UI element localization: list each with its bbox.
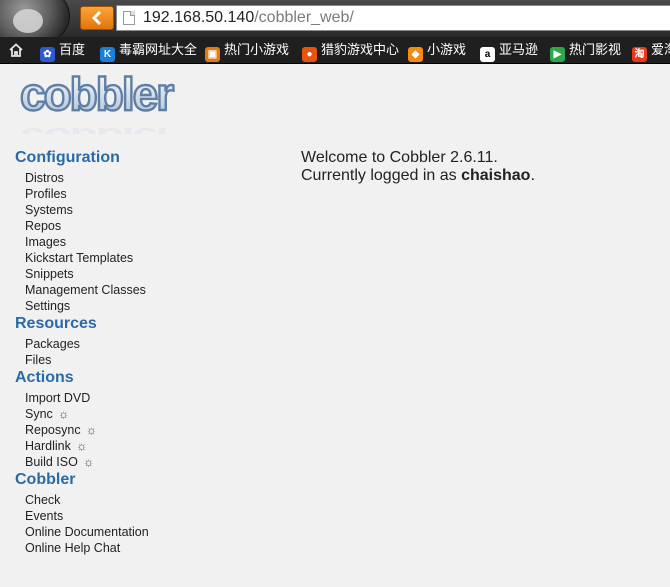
gear-icon: ☼ [72,439,88,453]
nav-item-label: Management Classes [25,283,146,297]
bookmark-label: 百度 [59,42,86,57]
svg-text:cobbler: cobbler [20,123,174,134]
nav-item-files[interactable]: Files [25,353,275,369]
bookmark-item[interactable]: ▶ 热门影视 [550,41,622,62]
gear-icon: ☼ [79,455,95,469]
bookmark-label: 热门小游戏 [224,42,290,57]
nav-item-management-classes[interactable]: Management Classes [25,283,275,299]
nav-item-build-iso[interactable]: Build ISO ☼ [25,455,275,471]
welcome-line: Welcome to Cobbler 2.6.11. [301,149,498,166]
url-path: /cobbler_web/ [254,9,354,26]
nav-item-online-help-chat[interactable]: Online Help Chat [25,541,275,557]
small-game-icon: ◆ [408,47,423,62]
bookmark-label: 亚马逊 [499,42,539,57]
bookmark-label: 热门影视 [569,42,622,57]
logged-in-prefix: Currently logged in as [301,167,462,184]
cobbler-logo-image: cobbler cobbler [19,67,178,151]
bookmark-item[interactable]: K 毒霸网址大全 [100,41,198,62]
nav-item-snippets[interactable]: Snippets [25,267,275,283]
nav-item-label: Build ISO [25,455,78,469]
nav-item-label: Files [25,353,52,367]
nav-item-label: Hardlink [25,439,71,453]
bookmark-item[interactable]: ✿ 百度 [40,41,86,62]
nav-item-check[interactable]: Check [25,493,275,509]
svg-text:cobbler: cobbler [20,70,174,120]
nav-item-label: Online Documentation [25,525,149,539]
nav-list: Import DVD Sync ☼ Reposync ☼ Hardlink ☼ Buil… [15,391,275,471]
nav-item-label: Profiles [25,187,67,201]
url-host: 192.168.50.140 [143,9,255,26]
duba-k-icon: K [100,47,115,62]
bookmark-item[interactable]: ▣ 热门小游戏 [205,41,290,62]
home-icon[interactable] [9,41,23,59]
cobbler-logo[interactable]: cobbler cobbler [18,67,198,151]
amazon-a-icon: a [480,47,495,62]
nav-item-label: Settings [25,299,71,313]
address-bar[interactable]: 192.168.50.140/cobbler_web/ [116,5,670,31]
nav-item-label: Events [25,509,64,523]
nav-item-distros[interactable]: Distros [25,171,275,187]
nav-list: Distros Profiles Systems Repos Images Kicksta… [15,171,275,315]
nav-item-online-documentation[interactable]: Online Documentation [25,525,275,541]
nav-heading-resources: Resources [15,315,97,332]
bookmark-label: 毒霸网址大全 [119,42,198,57]
bookmarks-bar: ✿ 百度 K 毒霸网址大全 ▣ 热门小游戏 ● 猎豹游戏中心 ◆ 小游戏 a 亚马逊 ▶ 热门影视淘爱淘 [0,37,670,64]
nav-item-events[interactable]: Events [25,509,275,525]
bookmark-label: 猎豹游戏中心 [321,42,400,57]
nav-item-settings[interactable]: Settings [25,299,275,315]
nav-item-sync[interactable]: Sync ☼ [25,407,275,423]
nav-item-label: Reposync [25,423,81,437]
nav-item-hardlink[interactable]: Hardlink ☼ [25,439,275,455]
browser-toolbar: 192.168.50.140/cobbler_web/ [0,0,670,48]
logged-in-suffix: . [530,167,535,184]
nav-item-packages[interactable]: Packages [25,337,275,353]
nav-item-label: Import DVD [25,391,91,405]
bookmark-label: 小游戏 [427,42,467,57]
gear-icon: ☼ [82,423,97,437]
nav-item-label: Check [25,493,61,507]
gear-icon: ☼ [54,407,70,421]
nav-item-repos[interactable]: Repos [25,219,275,235]
nav-item-label: Packages [25,337,80,351]
nav-heading-cobbler: Cobbler [15,471,76,488]
nav-item-label: Distros [25,171,64,185]
logged-in-line: Currently logged in as chaishao. [301,167,535,185]
nav-item-systems[interactable]: Systems [25,203,275,219]
nav-item-reposync[interactable]: Reposync ☼ [25,423,275,439]
nav-item-profiles[interactable]: Profiles [25,187,275,203]
taobao-tao-icon: 淘 [632,47,647,62]
games-bag-icon: ▣ [205,47,220,62]
nav-list: Packages Files [15,337,275,369]
username: chaishao [461,167,531,184]
url-text[interactable]: 192.168.50.140/cobbler_web/ [143,9,354,27]
nav-item-label: Repos [25,219,62,233]
nav-heading-configuration: Configuration [15,149,120,166]
baidu-paw-icon: ✿ [40,47,55,62]
nav-item-label: Online Help Chat [25,541,121,555]
nav-item-label: Snippets [25,267,74,281]
bookmark-item[interactable]: 淘爱淘 [632,41,670,62]
nav-item-label: Images [25,235,66,249]
back-button[interactable] [80,6,114,30]
nav-item-kickstart-templates[interactable]: Kickstart Templates [25,251,275,267]
nav-heading-actions: Actions [15,369,74,386]
bookmark-label: 爱淘 [651,42,670,57]
liebao-game-icon: ● [302,47,317,62]
chevron-left-icon [91,11,102,25]
bookmark-item[interactable]: ● 猎豹游戏中心 [302,41,400,62]
welcome-message: Welcome to Cobbler 2.6.11. Currently log… [301,149,535,185]
nav-item-import-dvd[interactable]: Import DVD [25,391,275,407]
nav-item-label: Sync [25,407,53,421]
nav-item-images[interactable]: Images [25,235,275,251]
bookmark-item[interactable]: ◆ 小游戏 [408,41,467,62]
page-icon [123,11,135,25]
video-play-icon: ▶ [550,47,565,62]
nav-item-label: Systems [25,203,73,217]
nav-item-label: Kickstart Templates [25,251,134,265]
bookmark-item[interactable]: a 亚马逊 [480,41,539,62]
sidebar-nav: Configuration Distros Profiles Systems Repos… [15,149,275,557]
nav-list: Check Events Online Documentation Online He… [15,493,275,557]
